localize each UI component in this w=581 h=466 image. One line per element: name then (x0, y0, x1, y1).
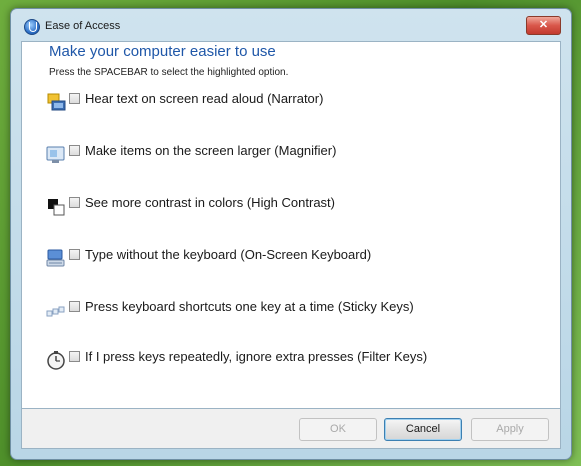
ease-of-access-icon (24, 19, 40, 35)
option-filter-keys[interactable]: If I press keys repeatedly, ignore extra… (45, 349, 525, 373)
option-onscreen-keyboard[interactable]: Type without the keyboard (On-Screen Key… (45, 247, 525, 271)
narrator-icon (47, 93, 66, 111)
onscreen-keyboard-checkbox[interactable] (69, 249, 80, 260)
cancel-button[interactable]: Cancel (384, 418, 462, 441)
instruction-text: Press the SPACEBAR to select the highlig… (49, 67, 289, 78)
option-label[interactable]: Press keyboard shortcuts one key at a ti… (85, 299, 414, 314)
title-bar[interactable]: Ease of Access ✕ (11, 9, 571, 41)
sticky-keys-icon (46, 306, 65, 317)
sticky-keys-checkbox[interactable] (69, 301, 80, 312)
filter-keys-checkbox[interactable] (69, 351, 80, 362)
option-label[interactable]: See more contrast in colors (High Contra… (85, 195, 335, 210)
option-sticky-keys[interactable]: Press keyboard shortcuts one key at a ti… (45, 299, 525, 323)
magnifier-icon (46, 146, 65, 163)
filter-keys-icon (47, 351, 65, 370)
page-heading: Make your computer easier to use (49, 43, 276, 60)
magnifier-checkbox[interactable] (69, 145, 80, 156)
option-magnifier[interactable]: Make items on the screen larger (Magnifi… (45, 143, 525, 167)
onscreen-keyboard-icon (46, 249, 65, 267)
ease-of-access-window: Ease of Access ✕ Make your computer easi… (10, 8, 572, 460)
ok-button[interactable]: OK (299, 418, 377, 441)
option-label[interactable]: Hear text on screen read aloud (Narrator… (85, 91, 323, 106)
option-label[interactable]: Make items on the screen larger (Magnifi… (85, 143, 336, 158)
narrator-checkbox[interactable] (69, 93, 80, 104)
close-button[interactable]: ✕ (526, 16, 561, 35)
window-title: Ease of Access (45, 20, 121, 32)
option-label[interactable]: Type without the keyboard (On-Screen Key… (85, 247, 371, 262)
option-narrator[interactable]: Hear text on screen read aloud (Narrator… (45, 91, 525, 115)
high-contrast-checkbox[interactable] (69, 197, 80, 208)
apply-button[interactable]: Apply (471, 418, 549, 441)
option-label[interactable]: If I press keys repeatedly, ignore extra… (85, 349, 427, 364)
option-high-contrast[interactable]: See more contrast in colors (High Contra… (45, 195, 525, 219)
high-contrast-icon (48, 199, 65, 216)
